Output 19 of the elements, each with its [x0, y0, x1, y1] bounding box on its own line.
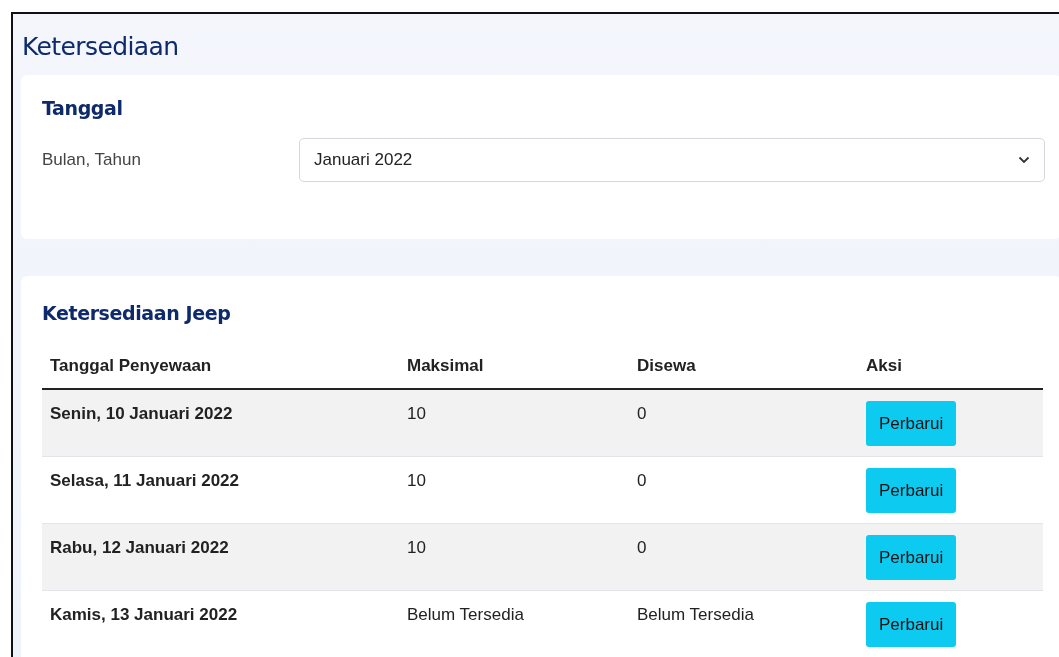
table-cell: 10: [399, 523, 629, 591]
update-button[interactable]: Perbarui: [866, 602, 957, 647]
field-label: Bulan, Tahun: [42, 150, 142, 170]
table-cell: Kamis, 13 Januari 2022: [42, 590, 399, 657]
month-select[interactable]: Januari 2022: [299, 138, 1045, 182]
update-button[interactable]: Perbarui: [866, 468, 957, 513]
table-cell: 10: [399, 389, 629, 457]
chevron-down-icon: [1018, 156, 1030, 164]
table-cell: Senin, 10 Januari 2022: [42, 389, 399, 457]
table-cell: 0: [629, 389, 858, 457]
table-cell: Rabu, 12 Januari 2022: [42, 523, 399, 591]
table-cell: 0: [629, 523, 858, 591]
table-cell: Belum Tersedia: [399, 590, 629, 657]
table-cell: Belum Tersedia: [629, 590, 858, 657]
card-title: Tanggal: [42, 97, 124, 119]
page-title: Ketersediaan: [22, 32, 180, 61]
update-button[interactable]: Perbarui: [866, 535, 957, 580]
update-button[interactable]: Perbarui: [866, 401, 957, 446]
card-title: Ketersediaan Jeep: [42, 302, 232, 324]
